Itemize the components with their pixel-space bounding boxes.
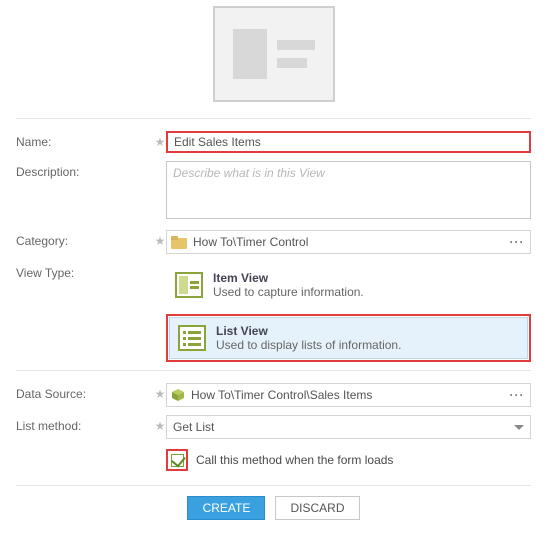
discard-button[interactable]: DISCARD	[275, 496, 359, 520]
call-on-load-row: Call this method when the form loads	[166, 449, 531, 471]
list-method-label: List method:	[16, 415, 154, 433]
call-on-load-highlight	[166, 449, 188, 471]
item-view-subtitle: Used to capture information.	[213, 285, 364, 299]
call-on-load-checkbox[interactable]	[171, 454, 184, 467]
divider	[16, 370, 531, 371]
folder-icon	[171, 236, 187, 249]
data-source-picker[interactable]: How To\Timer Control\Sales Items ···	[166, 383, 531, 407]
list-method-value: Get List	[173, 420, 514, 434]
category-label: Category:	[16, 230, 154, 248]
create-button[interactable]: CREATE	[187, 496, 265, 520]
thumbnail-row	[16, 0, 531, 112]
chevron-down-icon	[514, 425, 524, 430]
field-view-type: View Type: Item View Used to capture inf…	[16, 262, 531, 362]
form-container: Name: ★ Description: Category: ★ How To\…	[0, 0, 547, 540]
field-list-method: List method: ★ Get List Call this method…	[16, 415, 531, 471]
ellipsis-icon[interactable]: ···	[508, 388, 526, 402]
required-star: ★	[154, 415, 166, 433]
cube-icon	[171, 388, 185, 402]
description-label: Description:	[16, 161, 154, 179]
item-view-title: Item View	[213, 271, 364, 285]
required-star: ★	[154, 383, 166, 401]
list-view-icon	[178, 325, 206, 351]
name-input[interactable]	[166, 131, 531, 153]
name-label: Name:	[16, 131, 154, 149]
divider	[16, 118, 531, 119]
call-on-load-label: Call this method when the form loads	[196, 453, 393, 467]
item-view-icon	[175, 272, 203, 298]
view-type-option-item-view[interactable]: Item View Used to capture information.	[166, 264, 531, 306]
view-type-label: View Type:	[16, 262, 154, 280]
list-view-highlight: List View Used to display lists of infor…	[166, 314, 531, 362]
field-data-source: Data Source: ★ How To\Timer Control\Sale…	[16, 383, 531, 407]
data-source-label: Data Source:	[16, 383, 154, 401]
view-type-option-list-view[interactable]: List View Used to display lists of infor…	[169, 317, 528, 359]
field-name: Name: ★	[16, 131, 531, 153]
description-input[interactable]	[166, 161, 531, 219]
required-star: ★	[154, 131, 166, 149]
ellipsis-icon[interactable]: ···	[508, 235, 526, 249]
required-star: ★	[154, 230, 166, 248]
list-view-subtitle: Used to display lists of information.	[216, 338, 401, 352]
category-picker[interactable]: How To\Timer Control ···	[166, 230, 531, 254]
category-value: How To\Timer Control	[193, 235, 502, 249]
field-category: Category: ★ How To\Timer Control ···	[16, 230, 531, 254]
list-view-title: List View	[216, 324, 401, 338]
footer: CREATE DISCARD	[16, 485, 531, 520]
list-method-select[interactable]: Get List	[166, 415, 531, 439]
data-source-value: How To\Timer Control\Sales Items	[191, 388, 502, 402]
document-lines-icon	[213, 6, 335, 102]
field-description: Description:	[16, 161, 531, 222]
